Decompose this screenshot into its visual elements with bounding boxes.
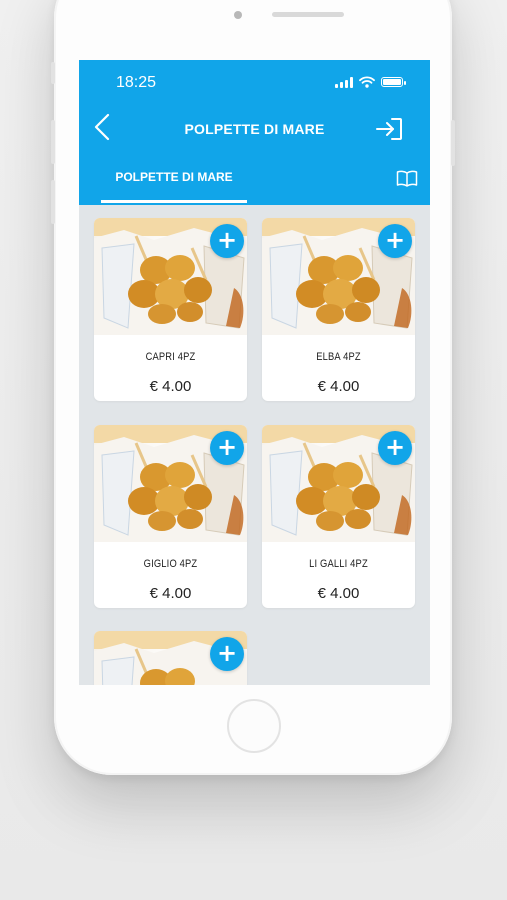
power-button bbox=[451, 120, 455, 166]
status-icons bbox=[335, 76, 406, 88]
product-card[interactable]: + GIGLIO 4PZ € 4.00 bbox=[94, 425, 247, 608]
product-name: GIGLIO 4PZ bbox=[143, 558, 198, 570]
home-button[interactable] bbox=[227, 699, 281, 753]
plus-icon: + bbox=[384, 433, 406, 461]
add-to-cart-button[interactable]: + bbox=[378, 431, 412, 465]
plus-icon: + bbox=[384, 226, 406, 254]
product-price: € 4.00 bbox=[317, 378, 360, 395]
product-card[interactable]: + CAPRI 4PZ € 4.00 bbox=[94, 218, 247, 401]
status-time: 18:25 bbox=[116, 74, 157, 91]
product-photo: + bbox=[94, 425, 247, 542]
wifi-icon bbox=[359, 76, 375, 88]
mute-switch bbox=[51, 62, 55, 84]
add-to-cart-button[interactable]: + bbox=[210, 637, 244, 671]
add-to-cart-button[interactable]: + bbox=[378, 224, 412, 258]
battery-icon bbox=[381, 77, 406, 87]
product-photo: + bbox=[262, 218, 415, 335]
plus-icon: + bbox=[216, 433, 238, 461]
product-card[interactable]: + ELBA 4PZ € 4.00 bbox=[262, 218, 415, 401]
signal-icon bbox=[335, 76, 353, 88]
product-photo: + bbox=[94, 631, 247, 685]
earpiece-speaker bbox=[272, 12, 344, 17]
product-card[interactable]: + bbox=[94, 631, 247, 685]
app-header: 18:25 POLPETTE DI MARE POLPETTE DI MARE bbox=[79, 60, 430, 205]
product-photo: + bbox=[262, 425, 415, 542]
log-in-icon[interactable] bbox=[374, 116, 404, 142]
product-card[interactable]: + LI GALLI 4PZ € 4.00 bbox=[262, 425, 415, 608]
product-price: € 4.00 bbox=[149, 378, 192, 395]
volume-up-button bbox=[51, 120, 55, 164]
product-name: ELBA 4PZ bbox=[316, 351, 361, 363]
volume-down-button bbox=[51, 180, 55, 224]
add-to-cart-button[interactable]: + bbox=[210, 431, 244, 465]
product-price: € 4.00 bbox=[317, 585, 360, 602]
app-screen: 18:25 POLPETTE DI MARE POLPETTE DI MARE bbox=[79, 60, 430, 685]
product-price: € 4.00 bbox=[149, 585, 192, 602]
active-tab-indicator bbox=[101, 200, 247, 203]
product-photo: + bbox=[94, 218, 247, 335]
product-name: CAPRI 4PZ bbox=[145, 351, 196, 363]
plus-icon: + bbox=[216, 639, 238, 667]
book-open-icon[interactable] bbox=[396, 169, 418, 187]
plus-icon: + bbox=[216, 226, 238, 254]
add-to-cart-button[interactable]: + bbox=[210, 224, 244, 258]
tab-polpette-di-mare[interactable]: POLPETTE DI MARE bbox=[101, 166, 247, 204]
product-name: LI GALLI 4PZ bbox=[309, 558, 368, 570]
front-camera bbox=[234, 11, 242, 19]
